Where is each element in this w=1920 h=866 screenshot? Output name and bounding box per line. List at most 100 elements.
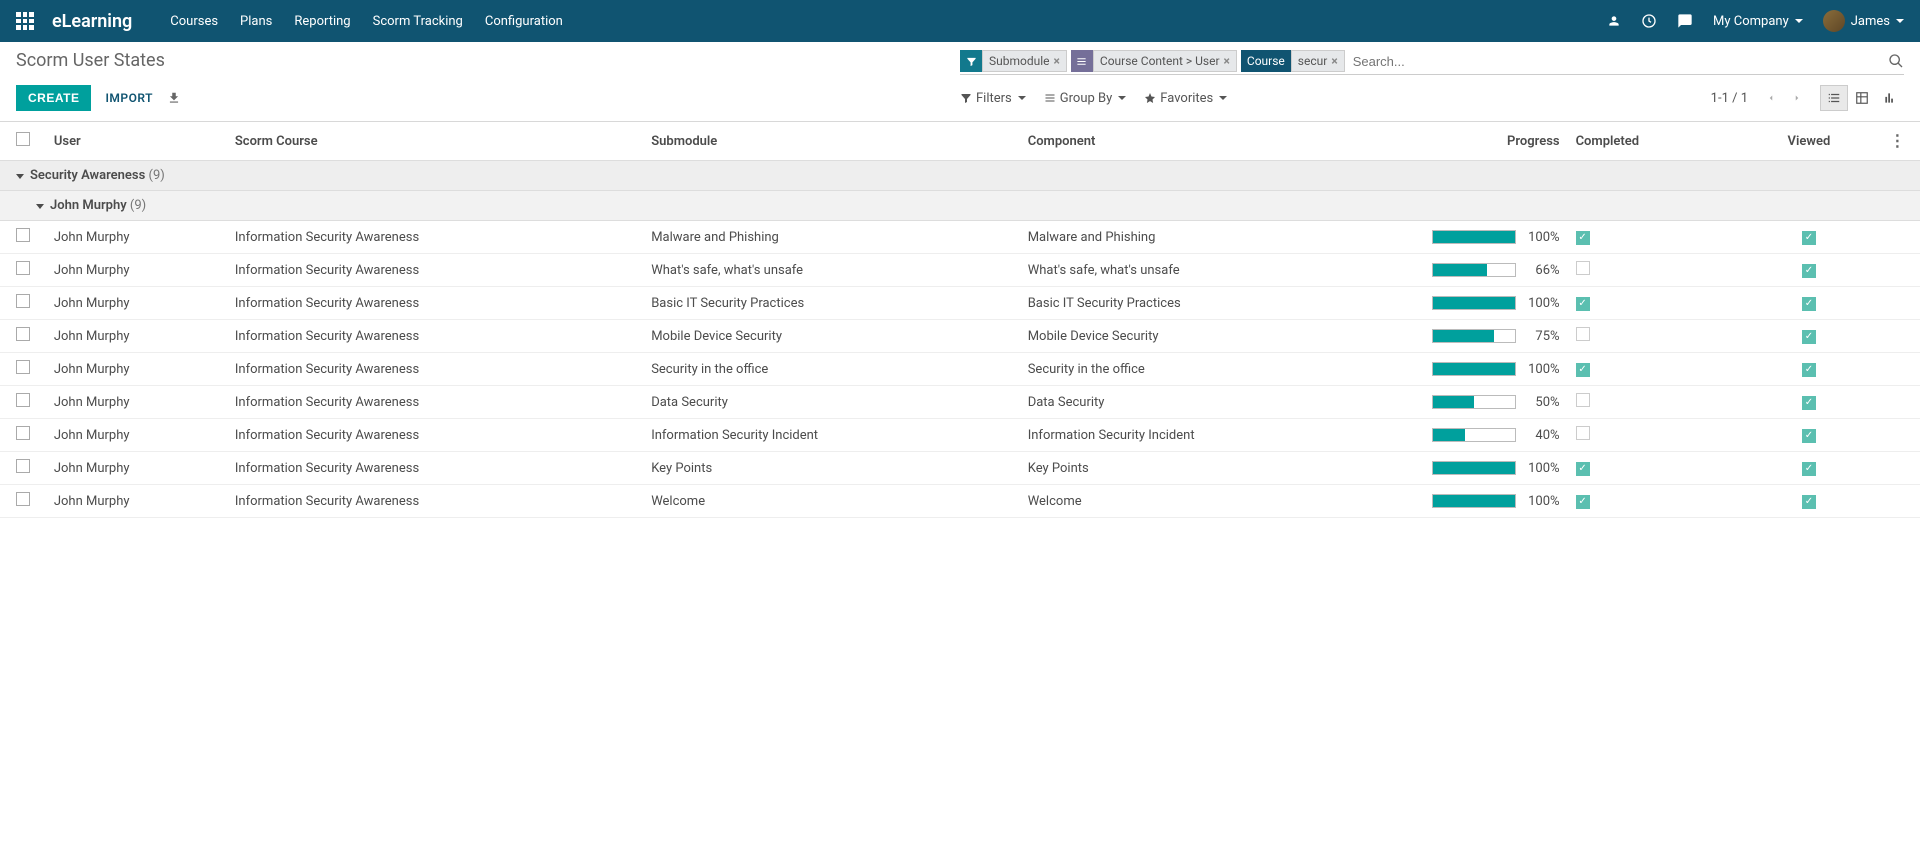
group-row[interactable]: Security Awareness (9) <box>0 161 1920 191</box>
row-checkbox[interactable] <box>16 492 30 506</box>
user-name: James <box>1851 14 1890 29</box>
table-row[interactable]: John MurphyInformation Security Awarenes… <box>0 287 1920 320</box>
progress-bar <box>1432 296 1516 310</box>
page-title: Scorm User States <box>16 50 960 71</box>
facet-remove-button[interactable]: × <box>1224 54 1230 68</box>
header-component[interactable]: Component <box>1020 122 1394 161</box>
user-menu[interactable]: James <box>1823 10 1904 32</box>
filter-toolbar: Filters Group By Favorites 1-1 / 1 <box>960 85 1904 111</box>
table-body: Security Awareness (9)John Murphy (9)Joh… <box>0 161 1920 518</box>
progress-text: 100% <box>1524 296 1560 311</box>
row-checkbox[interactable] <box>16 228 30 242</box>
header-progress[interactable]: Progress <box>1394 122 1568 161</box>
row-checkbox[interactable] <box>16 327 30 341</box>
prev-page-button[interactable] <box>1762 88 1780 108</box>
cell-user: John Murphy <box>46 353 227 386</box>
activity-icon[interactable] <box>1641 13 1657 29</box>
cell-course: Information Security Awareness <box>227 221 643 254</box>
progress-bar <box>1432 494 1516 508</box>
facet-search-value: secur <box>1298 54 1328 68</box>
messaging-icon[interactable] <box>1677 13 1693 29</box>
next-page-button[interactable] <box>1788 88 1806 108</box>
view-switcher <box>1820 85 1904 111</box>
filters-dropdown[interactable]: Filters <box>960 91 1026 106</box>
check-done-icon: ✓ <box>1576 231 1590 245</box>
menu-item-plans[interactable]: Plans <box>240 14 272 29</box>
table-row[interactable]: John MurphyInformation Security Awarenes… <box>0 320 1920 353</box>
paging-area: 1-1 / 1 <box>1711 85 1904 111</box>
control-panel-top: Scorm User States Submodule × Course Con… <box>16 50 1904 75</box>
favorites-dropdown[interactable]: Favorites <box>1144 91 1227 106</box>
table-row[interactable]: John MurphyInformation Security Awarenes… <box>0 452 1920 485</box>
import-button[interactable]: IMPORT <box>105 91 153 105</box>
page-nav <box>1762 88 1806 108</box>
cell-viewed: ✓ <box>1737 419 1882 452</box>
cell-submodule: What's safe, what's unsafe <box>643 254 1020 287</box>
check-done-icon: ✓ <box>1802 297 1816 311</box>
cell-completed <box>1568 386 1737 419</box>
app-title[interactable]: eLearning <box>52 11 132 32</box>
facet-search-value-label: secur × <box>1291 50 1345 72</box>
create-button[interactable]: CREATE <box>16 85 91 111</box>
cell-course: Information Security Awareness <box>227 287 643 320</box>
row-checkbox[interactable] <box>16 360 30 374</box>
menu-item-courses[interactable]: Courses <box>170 14 218 29</box>
cell-completed: ✓ <box>1568 287 1737 320</box>
company-selector[interactable]: My Company <box>1713 14 1803 29</box>
row-checkbox[interactable] <box>16 393 30 407</box>
groupby-label: Group By <box>1060 91 1113 106</box>
table-row[interactable]: John MurphyInformation Security Awarenes… <box>0 485 1920 518</box>
cell-viewed: ✓ <box>1737 254 1882 287</box>
facet-remove-button[interactable]: × <box>1331 54 1337 68</box>
header-submodule[interactable]: Submodule <box>643 122 1020 161</box>
table-row[interactable]: John MurphyInformation Security Awarenes… <box>0 419 1920 452</box>
progress-text: 50% <box>1524 395 1560 410</box>
group-toggle-icon[interactable] <box>36 204 44 209</box>
table-row[interactable]: John MurphyInformation Security Awarenes… <box>0 254 1920 287</box>
table-row[interactable]: John MurphyInformation Security Awarenes… <box>0 386 1920 419</box>
apps-launcher-icon[interactable] <box>16 12 34 30</box>
group-toggle-icon[interactable] <box>16 174 24 179</box>
progress-text: 100% <box>1524 362 1560 377</box>
cell-completed: ✓ <box>1568 452 1737 485</box>
cell-submodule: Mobile Device Security <box>643 320 1020 353</box>
groupby-dropdown[interactable]: Group By <box>1044 91 1127 106</box>
facet-filter-text: Submodule <box>989 54 1050 68</box>
search-input[interactable] <box>1349 52 1884 71</box>
header-completed[interactable]: Completed <box>1568 122 1737 161</box>
table-row[interactable]: John MurphyInformation Security Awarenes… <box>0 353 1920 386</box>
progress-fill <box>1433 462 1515 474</box>
progress-text: 40% <box>1524 428 1560 443</box>
cell-progress: 66% <box>1394 254 1568 287</box>
cell-submodule: Basic IT Security Practices <box>643 287 1020 320</box>
pivot-view-button[interactable] <box>1848 85 1876 111</box>
menu-item-configuration[interactable]: Configuration <box>485 14 563 29</box>
list-view-button[interactable] <box>1820 85 1848 111</box>
row-checkbox[interactable] <box>16 426 30 440</box>
menu-item-scorm-tracking[interactable]: Scorm Tracking <box>373 14 463 29</box>
header-viewed[interactable]: Viewed <box>1737 122 1882 161</box>
row-checkbox[interactable] <box>16 459 30 473</box>
header-course[interactable]: Scorm Course <box>227 122 643 161</box>
check-done-icon: ✓ <box>1802 396 1816 410</box>
subgroup-row[interactable]: John Murphy (9) <box>0 191 1920 221</box>
user-icon[interactable] <box>1607 14 1621 28</box>
row-checkbox[interactable] <box>16 294 30 308</box>
facet-remove-button[interactable]: × <box>1054 54 1060 68</box>
check-done-icon: ✓ <box>1802 429 1816 443</box>
control-panel: Scorm User States Submodule × Course Con… <box>0 42 1920 122</box>
column-options-button[interactable]: ⋮ <box>1889 131 1905 150</box>
cell-progress: 100% <box>1394 221 1568 254</box>
table-row[interactable]: John MurphyInformation Security Awarenes… <box>0 221 1920 254</box>
cell-component: Information Security Incident <box>1020 419 1394 452</box>
check-done-icon: ✓ <box>1576 462 1590 476</box>
menu-item-reporting[interactable]: Reporting <box>294 14 350 29</box>
header-user[interactable]: User <box>46 122 227 161</box>
row-checkbox[interactable] <box>16 261 30 275</box>
group-label: Security Awareness <box>30 168 149 183</box>
export-button[interactable] <box>167 91 181 105</box>
check-done-icon: ✓ <box>1576 495 1590 509</box>
graph-view-button[interactable] <box>1876 85 1904 111</box>
search-icon[interactable] <box>1888 53 1904 69</box>
select-all-checkbox[interactable] <box>16 132 30 146</box>
